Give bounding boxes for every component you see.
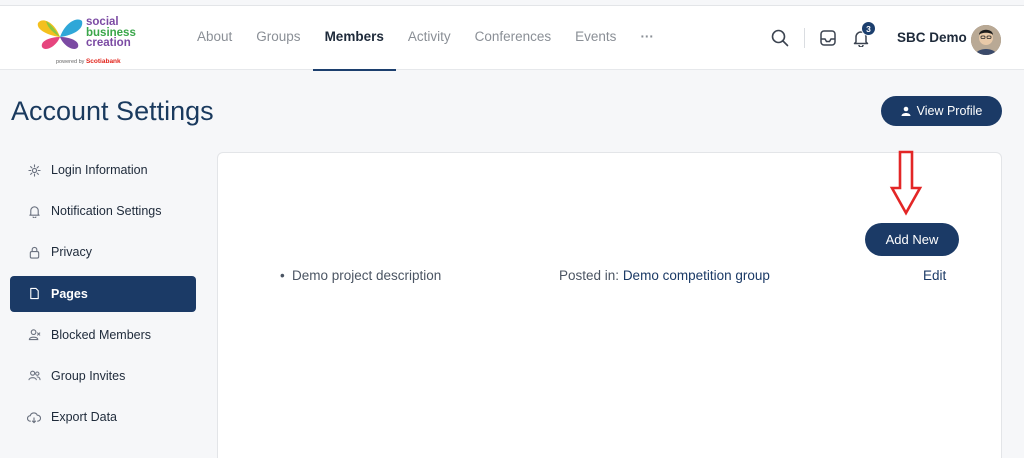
gear-icon bbox=[27, 163, 41, 177]
sidebar-item-label: Pages bbox=[51, 286, 88, 301]
nav-conferences[interactable]: Conferences bbox=[463, 6, 564, 70]
nav-more[interactable]: ··· bbox=[628, 6, 666, 70]
sidebar-item-blocked-members[interactable]: Blocked Members bbox=[10, 317, 196, 353]
bullet: • bbox=[280, 268, 285, 283]
sidebar-item-label: Notification Settings bbox=[51, 204, 162, 219]
powered-by-label: powered by bbox=[56, 59, 85, 65]
search-button[interactable] bbox=[768, 26, 792, 50]
nav-about[interactable]: About bbox=[185, 6, 244, 70]
posted-in: Posted in: Demo competition group bbox=[559, 268, 770, 283]
user-icon bbox=[901, 106, 911, 116]
sidebar-item-pages[interactable]: Pages bbox=[10, 275, 196, 312]
sidebar-item-group-invites[interactable]: Group Invites bbox=[10, 358, 196, 394]
sidebar-item-label: Group Invites bbox=[51, 368, 126, 383]
user-photo-icon bbox=[971, 25, 1001, 55]
sidebar-item-label: Export Data bbox=[51, 410, 118, 425]
sidebar-item-label: Blocked Members bbox=[51, 327, 152, 342]
user-blocked-icon bbox=[27, 328, 41, 342]
site-logo[interactable]: social business creation powered by Scot… bbox=[36, 15, 146, 67]
search-icon bbox=[771, 29, 789, 47]
nav-members[interactable]: Members bbox=[312, 6, 397, 71]
nav-groups[interactable]: Groups bbox=[244, 6, 312, 70]
sidebar-item-notification-settings[interactable]: Notification Settings bbox=[10, 193, 196, 229]
settings-sidebar: Login Information Notification Settings … bbox=[10, 152, 196, 440]
edit-link[interactable]: Edit bbox=[923, 268, 946, 283]
add-new-button[interactable]: Add New bbox=[865, 223, 959, 256]
top-bar: social business creation powered by Scot… bbox=[0, 5, 1024, 71]
page-item-title[interactable]: Demo project description bbox=[292, 268, 441, 283]
view-profile-button[interactable]: View Profile bbox=[881, 96, 1002, 126]
nav-events[interactable]: Events bbox=[563, 6, 628, 70]
sidebar-item-export-data[interactable]: Export Data bbox=[10, 399, 196, 435]
lock-icon bbox=[27, 245, 41, 259]
list-item: • Demo project description Posted in: De… bbox=[218, 268, 1001, 286]
avatar[interactable] bbox=[971, 25, 1001, 55]
inbox-icon bbox=[820, 30, 836, 46]
logo-line-1: social bbox=[86, 16, 119, 28]
page-title: Account Settings bbox=[11, 96, 214, 126]
users-icon bbox=[27, 369, 41, 383]
user-name[interactable]: SBC Demo bbox=[897, 30, 967, 45]
main-nav: About Groups Members Activity Conference… bbox=[185, 6, 666, 71]
butterfly-logo-icon bbox=[37, 19, 83, 49]
header-divider bbox=[804, 28, 805, 48]
sidebar-item-label: Privacy bbox=[51, 245, 92, 260]
sidebar-item-label: Login Information bbox=[51, 163, 148, 177]
logo-text: social business creation bbox=[86, 17, 136, 49]
bell-icon bbox=[27, 204, 41, 218]
cloud-download-icon bbox=[27, 410, 41, 424]
pages-panel: Add New • Demo project description Poste… bbox=[217, 152, 1002, 458]
sponsor-name: Scotiabank bbox=[85, 58, 121, 65]
sidebar-item-privacy[interactable]: Privacy bbox=[10, 234, 196, 270]
notification-count-badge: 3 bbox=[861, 21, 876, 36]
logo-line-3: creation bbox=[86, 37, 131, 49]
posted-in-label: Posted in: bbox=[559, 268, 620, 283]
inbox-button[interactable] bbox=[816, 26, 840, 50]
powered-by: powered by Scotiabank bbox=[56, 58, 121, 65]
posted-in-group-link[interactable]: Demo competition group bbox=[623, 268, 770, 283]
annotation-arrow-icon bbox=[889, 150, 923, 216]
view-profile-label: View Profile bbox=[916, 104, 983, 118]
document-icon bbox=[27, 287, 41, 301]
sidebar-item-login-information[interactable]: Login Information bbox=[10, 152, 196, 188]
nav-activity[interactable]: Activity bbox=[396, 6, 463, 70]
